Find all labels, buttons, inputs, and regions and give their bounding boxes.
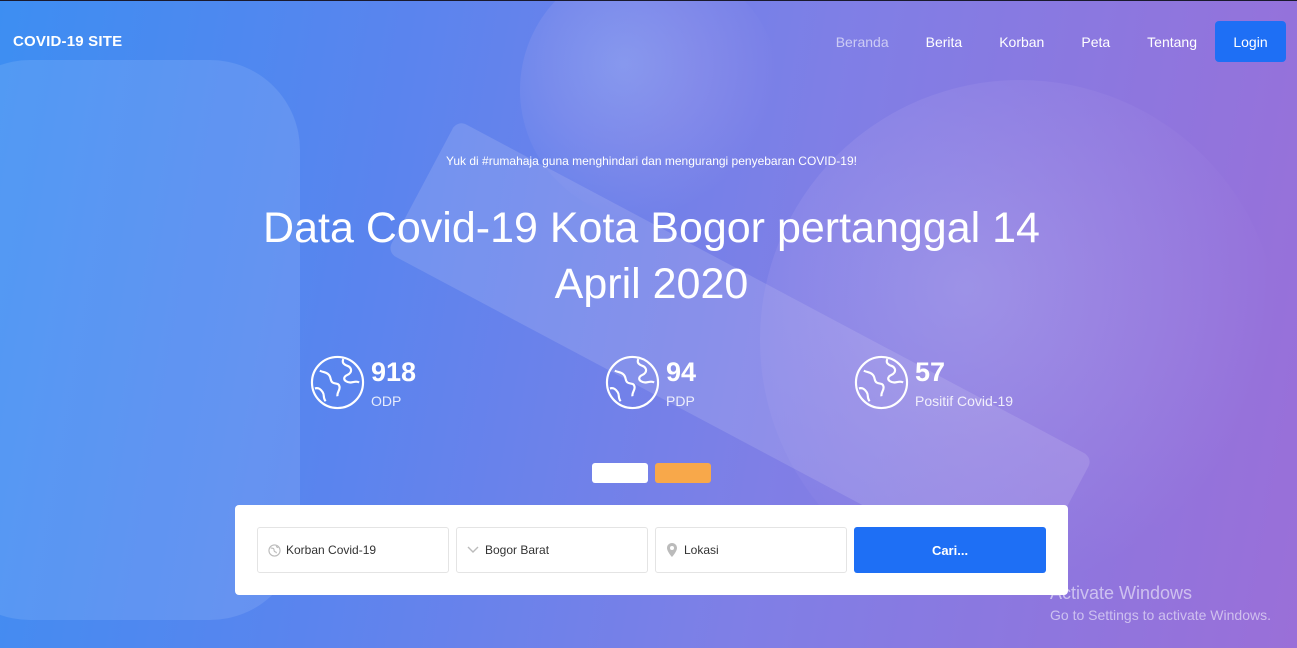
stat-label-odp: ODP <box>371 393 402 409</box>
category-select[interactable]: Korban Covid-19 <box>257 527 449 573</box>
site-brand[interactable]: COVID-19 SITE <box>13 33 122 50</box>
location-input-placeholder: Lokasi <box>684 543 719 557</box>
watermark-subtitle: Go to Settings to activate Windows. <box>1050 607 1271 623</box>
stat-pdp: 94 PDP <box>605 355 696 410</box>
windows-activation-watermark: Activate Windows Go to Settings to activ… <box>1050 583 1271 623</box>
nav-link-beranda[interactable]: Beranda <box>836 34 889 50</box>
stat-label-pdp: PDP <box>666 393 695 409</box>
search-button[interactable]: Cari... <box>854 527 1046 573</box>
globe-icon <box>854 355 909 410</box>
category-select-value: Korban Covid-19 <box>286 543 377 557</box>
stat-value-pdp: 94 <box>666 357 697 387</box>
hero-subtitle: Yuk di #rumahaja guna menghindari dan me… <box>446 154 857 168</box>
search-form: Korban Covid-19 Bogor Barat Lokasi Cari.… <box>235 505 1068 595</box>
hero-title: Data Covid-19 Kota Bogor pertanggal 14 A… <box>263 204 1040 308</box>
stat-value-positif: 57 <box>915 357 946 387</box>
watermark-title: Activate Windows <box>1050 583 1193 603</box>
nav-link-tentang[interactable]: Tentang <box>1147 34 1197 50</box>
globe-icon <box>605 355 660 410</box>
stat-value-odp: 918 <box>371 357 417 387</box>
globe-icon <box>310 355 365 410</box>
nav-link-korban[interactable]: Korban <box>999 34 1044 50</box>
stat-label-positif: Positif Covid-19 <box>915 393 1014 409</box>
top-navbar: COVID-19 SITE Beranda Berita Korban Peta… <box>0 0 1297 82</box>
stat-odp: 918 ODP <box>310 355 416 410</box>
area-select-value: Bogor Barat <box>485 543 550 557</box>
area-select[interactable]: Bogor Barat <box>456 527 648 573</box>
stat-positif: 57 Positif Covid-19 <box>854 355 1013 410</box>
nav-link-berita[interactable]: Berita <box>926 34 963 50</box>
chevron-down-icon <box>466 543 480 557</box>
login-button[interactable]: Login <box>1215 21 1286 62</box>
slider-dot-2[interactable] <box>655 463 711 483</box>
nav-links: Beranda Berita Korban Peta Tentang Login <box>799 21 1286 62</box>
nav-link-peta[interactable]: Peta <box>1081 34 1110 50</box>
globe-icon <box>267 543 281 557</box>
map-pin-icon <box>665 543 679 557</box>
location-input[interactable]: Lokasi <box>655 527 847 573</box>
slider-dot-1[interactable] <box>592 463 648 483</box>
